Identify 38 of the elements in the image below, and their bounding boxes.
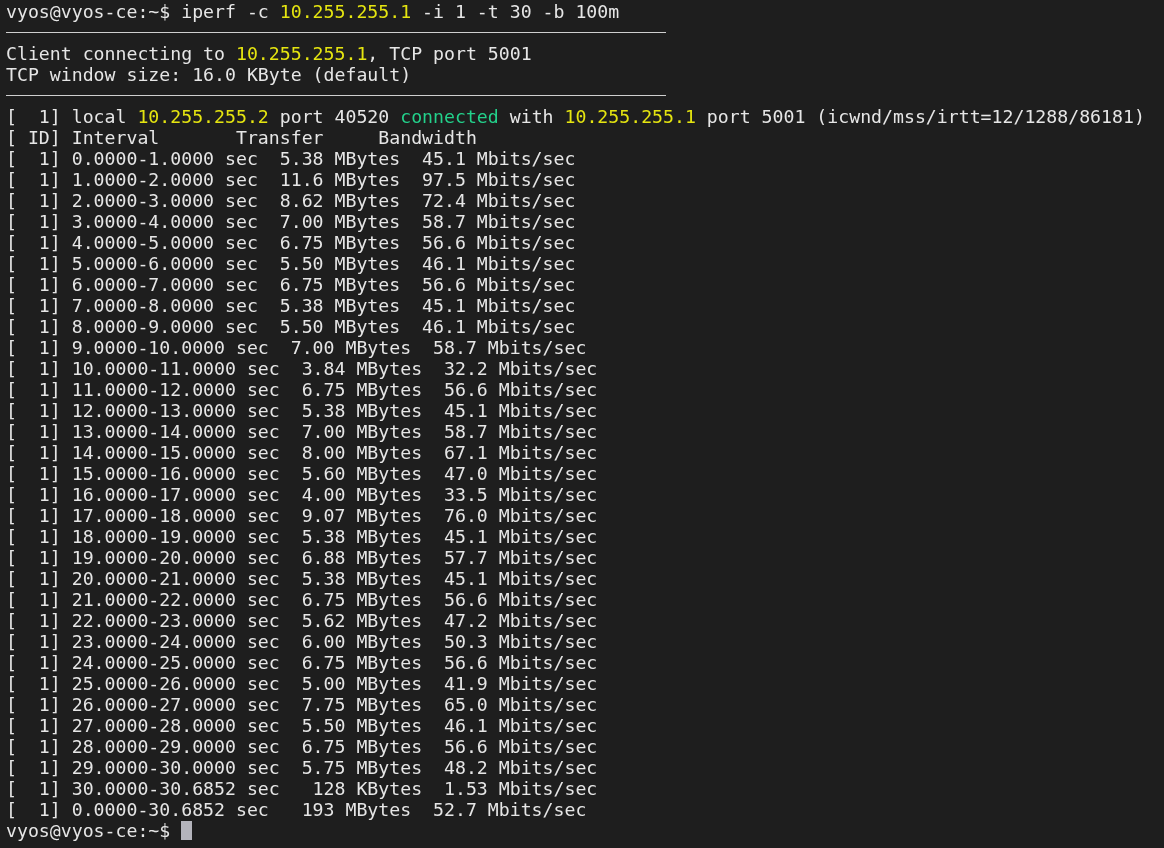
terminal-line: [ 1] 13.0000-14.0000 sec 7.00 MBytes 58.7 Mbits/sec — [6, 421, 598, 442]
terminal-line: [ 1] 24.0000-25.0000 sec 6.75 MBytes 56.6 Mbits/sec — [6, 652, 598, 673]
terminal-line: [ 1] 15.0000-16.0000 sec 5.60 MBytes 47.0 Mbits/sec — [6, 463, 598, 484]
terminal-line: [ 1] 5.0000-6.0000 sec 5.50 MBytes 46.1 Mbits/sec — [6, 253, 576, 274]
terminal-line: [ 1] 26.0000-27.0000 sec 7.75 MBytes 65.0 Mbits/sec — [6, 694, 598, 715]
terminal-line: [ 1] 20.0000-21.0000 sec 5.38 MBytes 45.1 Mbits/sec — [6, 568, 598, 589]
terminal-line: [ 1] 4.0000-5.0000 sec 6.75 MBytes 56.6 Mbits/sec — [6, 232, 576, 253]
terminal-line: [ 1] 23.0000-24.0000 sec 6.00 MBytes 50.3 Mbits/sec — [6, 631, 598, 652]
terminal-line: [ 1] 18.0000-19.0000 sec 5.38 MBytes 45.1 Mbits/sec — [6, 526, 598, 547]
terminal-line: [ 1] 6.0000-7.0000 sec 6.75 MBytes 56.6 Mbits/sec — [6, 274, 576, 295]
terminal-line: [ 1] 11.0000-12.0000 sec 6.75 MBytes 56.6 Mbits/sec — [6, 379, 598, 400]
terminal-line: [ 1] 3.0000-4.0000 sec 7.00 MBytes 58.7 Mbits/sec — [6, 211, 576, 232]
terminal-line: [ 1] 21.0000-22.0000 sec 6.75 MBytes 56.6 Mbits/sec — [6, 589, 598, 610]
terminal-line: [ 1] 7.0000-8.0000 sec 5.38 MBytes 45.1 Mbits/sec — [6, 295, 576, 316]
terminal-line: [ 1] 9.0000-10.0000 sec 7.00 MBytes 58.7 Mbits/sec — [6, 337, 587, 358]
terminal-line: [ 1] 0.0000-30.6852 sec 193 MBytes 52.7 Mbits/sec — [6, 799, 587, 820]
terminal-line: vyos@vyos-ce:~$ — [6, 820, 172, 841]
terminal-line: [ 1] 10.0000-11.0000 sec 3.84 MBytes 32.2 Mbits/sec — [6, 358, 598, 379]
terminal-line: [ 1] 0.0000-1.0000 sec 5.38 MBytes 45.1 Mbits/sec — [6, 148, 576, 169]
terminal-line: [ 1] 12.0000-13.0000 sec 5.38 MBytes 45.1 Mbits/sec — [6, 400, 598, 421]
terminal-line: vyos@vyos-ce:~$ iperf -c 10.255.255.1 -i 1 -t 30 -b 100m — [6, 1, 620, 22]
terminal-line: [ ID] Interval Transfer Bandwidth — [6, 127, 477, 148]
terminal-line: [ 1] 19.0000-20.0000 sec 6.88 MBytes 57.7 Mbits/sec — [6, 547, 598, 568]
terminal-line: [ 1] 14.0000-15.0000 sec 8.00 MBytes 67.1 Mbits/sec — [6, 442, 598, 463]
terminal-line: [ 1] 1.0000-2.0000 sec 11.6 MBytes 97.5 Mbits/sec — [6, 169, 576, 190]
terminal-line: [ 1] 2.0000-3.0000 sec 8.62 MBytes 72.4 Mbits/sec — [6, 190, 576, 211]
terminal-line: [ 1] 28.0000-29.0000 sec 6.75 MBytes 56.6 Mbits/sec — [6, 736, 598, 757]
terminal-line: Client connecting to 10.255.255.1, TCP port 5001 — [6, 43, 532, 64]
terminal-line: TCP window size: 16.0 KByte (default) — [6, 64, 412, 85]
terminal-line: [ 1] 16.0000-17.0000 sec 4.00 MBytes 33.5 Mbits/sec — [6, 484, 598, 505]
terminal-line: [ 1] 22.0000-23.0000 sec 5.62 MBytes 47.2 Mbits/sec — [6, 610, 598, 631]
terminal-line: [ 1] 29.0000-30.0000 sec 5.75 MBytes 48.2 Mbits/sec — [6, 757, 598, 778]
terminal-line: [ 1] 25.0000-26.0000 sec 5.00 MBytes 41.9 Mbits/sec — [6, 673, 598, 694]
terminal-line: [ 1] local 10.255.255.2 port 40520 connected with 10.255.255.1 port 5001 (icwnd/mss/irtt=12/1288/86181) — [6, 106, 1145, 127]
terminal-line: [ 1] 30.0000-30.6852 sec 128 KBytes 1.53 Mbits/sec — [6, 778, 598, 799]
terminal-line: [ 1] 8.0000-9.0000 sec 5.50 MBytes 46.1 Mbits/sec — [6, 316, 576, 337]
terminal-line: [ 1] 27.0000-28.0000 sec 5.50 MBytes 46.1 Mbits/sec — [6, 715, 598, 736]
terminal-line: [ 1] 17.0000-18.0000 sec 9.07 MBytes 76.0 Mbits/sec — [6, 505, 598, 526]
